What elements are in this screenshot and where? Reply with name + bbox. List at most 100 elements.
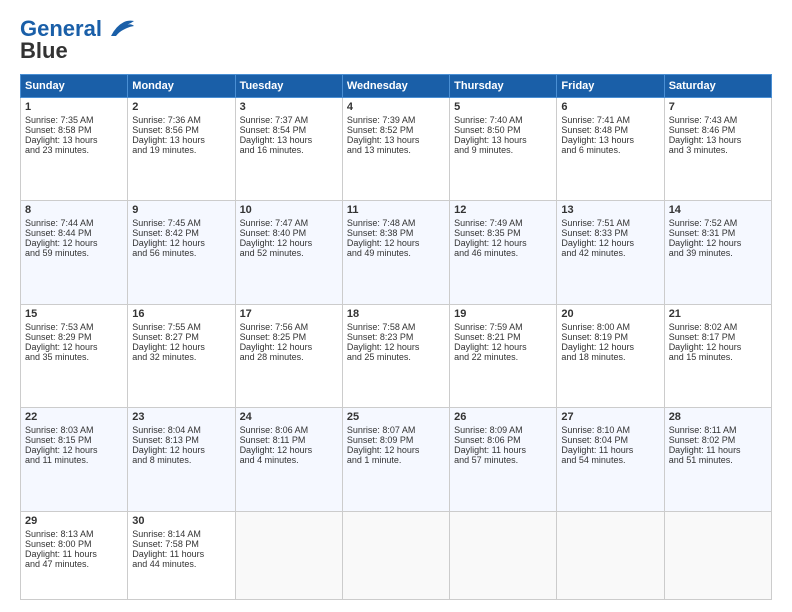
calendar-cell: 9Sunrise: 7:45 AMSunset: 8:42 PMDaylight… bbox=[128, 201, 235, 304]
col-header-saturday: Saturday bbox=[664, 75, 771, 98]
day-info-line: Sunrise: 7:41 AM bbox=[561, 115, 659, 125]
day-info-line: Sunset: 8:40 PM bbox=[240, 228, 338, 238]
day-number: 15 bbox=[25, 308, 123, 320]
day-info-line: Sunrise: 7:35 AM bbox=[25, 115, 123, 125]
day-info-line: Daylight: 11 hours bbox=[669, 445, 767, 455]
calendar-cell: 21Sunrise: 8:02 AMSunset: 8:17 PMDayligh… bbox=[664, 304, 771, 407]
day-info-line: Sunset: 8:04 PM bbox=[561, 435, 659, 445]
day-info-line: and 23 minutes. bbox=[25, 145, 123, 155]
day-info-line: Sunset: 8:52 PM bbox=[347, 125, 445, 135]
day-info-line: and 25 minutes. bbox=[347, 352, 445, 362]
day-info-line: and 15 minutes. bbox=[669, 352, 767, 362]
day-info-line: Daylight: 12 hours bbox=[561, 342, 659, 352]
day-number: 5 bbox=[454, 101, 552, 113]
day-number: 2 bbox=[132, 101, 230, 113]
day-info-line: Sunset: 8:50 PM bbox=[454, 125, 552, 135]
day-info-line: and 39 minutes. bbox=[669, 248, 767, 258]
calendar-cell: 25Sunrise: 8:07 AMSunset: 8:09 PMDayligh… bbox=[342, 408, 449, 511]
calendar-row: 1Sunrise: 7:35 AMSunset: 8:58 PMDaylight… bbox=[21, 98, 772, 201]
day-info-line: Daylight: 12 hours bbox=[347, 342, 445, 352]
day-info-line: and 1 minute. bbox=[347, 455, 445, 465]
calendar-cell: 1Sunrise: 7:35 AMSunset: 8:58 PMDaylight… bbox=[21, 98, 128, 201]
day-info-line: Daylight: 13 hours bbox=[240, 135, 338, 145]
calendar-cell: 15Sunrise: 7:53 AMSunset: 8:29 PMDayligh… bbox=[21, 304, 128, 407]
day-info-line: Sunrise: 7:53 AM bbox=[25, 322, 123, 332]
day-info-line: Sunrise: 7:37 AM bbox=[240, 115, 338, 125]
day-info-line: Sunset: 8:11 PM bbox=[240, 435, 338, 445]
calendar-cell: 22Sunrise: 8:03 AMSunset: 8:15 PMDayligh… bbox=[21, 408, 128, 511]
day-info-line: Daylight: 12 hours bbox=[240, 445, 338, 455]
calendar-row: 15Sunrise: 7:53 AMSunset: 8:29 PMDayligh… bbox=[21, 304, 772, 407]
day-info-line: Sunrise: 8:07 AM bbox=[347, 425, 445, 435]
day-number: 4 bbox=[347, 101, 445, 113]
calendar-cell: 3Sunrise: 7:37 AMSunset: 8:54 PMDaylight… bbox=[235, 98, 342, 201]
day-info-line: and 8 minutes. bbox=[132, 455, 230, 465]
col-header-wednesday: Wednesday bbox=[342, 75, 449, 98]
day-info-line: and 6 minutes. bbox=[561, 145, 659, 155]
calendar-cell: 6Sunrise: 7:41 AMSunset: 8:48 PMDaylight… bbox=[557, 98, 664, 201]
calendar-cell: 4Sunrise: 7:39 AMSunset: 8:52 PMDaylight… bbox=[342, 98, 449, 201]
day-info-line: Sunrise: 8:09 AM bbox=[454, 425, 552, 435]
day-info-line: Sunset: 8:46 PM bbox=[669, 125, 767, 135]
day-info-line: and 47 minutes. bbox=[25, 559, 123, 569]
day-info-line: Sunset: 8:06 PM bbox=[454, 435, 552, 445]
day-info-line: Daylight: 12 hours bbox=[25, 238, 123, 248]
day-info-line: Daylight: 11 hours bbox=[561, 445, 659, 455]
day-number: 20 bbox=[561, 308, 659, 320]
day-info-line: Sunrise: 8:02 AM bbox=[669, 322, 767, 332]
day-number: 24 bbox=[240, 411, 338, 423]
day-info-line: Sunset: 8:17 PM bbox=[669, 332, 767, 342]
col-header-thursday: Thursday bbox=[450, 75, 557, 98]
day-info-line: Sunrise: 7:39 AM bbox=[347, 115, 445, 125]
day-info-line: and 59 minutes. bbox=[25, 248, 123, 258]
day-info-line: and 13 minutes. bbox=[347, 145, 445, 155]
day-info-line: and 52 minutes. bbox=[240, 248, 338, 258]
day-number: 6 bbox=[561, 101, 659, 113]
day-info-line: and 46 minutes. bbox=[454, 248, 552, 258]
col-header-monday: Monday bbox=[128, 75, 235, 98]
day-info-line: Daylight: 12 hours bbox=[25, 445, 123, 455]
day-info-line: and 57 minutes. bbox=[454, 455, 552, 465]
calendar-cell: 7Sunrise: 7:43 AMSunset: 8:46 PMDaylight… bbox=[664, 98, 771, 201]
day-info-line: Sunrise: 7:55 AM bbox=[132, 322, 230, 332]
day-info-line: Daylight: 11 hours bbox=[132, 549, 230, 559]
day-info-line: Daylight: 13 hours bbox=[454, 135, 552, 145]
day-info-line: Daylight: 12 hours bbox=[25, 342, 123, 352]
day-info-line: Daylight: 12 hours bbox=[669, 238, 767, 248]
day-info-line: Sunset: 8:09 PM bbox=[347, 435, 445, 445]
day-info-line: and 9 minutes. bbox=[454, 145, 552, 155]
day-number: 1 bbox=[25, 101, 123, 113]
logo-bird-icon bbox=[106, 18, 136, 40]
calendar-cell bbox=[342, 511, 449, 599]
day-number: 10 bbox=[240, 204, 338, 216]
day-info-line: Daylight: 12 hours bbox=[240, 342, 338, 352]
col-header-sunday: Sunday bbox=[21, 75, 128, 98]
day-info-line: and 56 minutes. bbox=[132, 248, 230, 258]
day-info-line: Sunset: 8:15 PM bbox=[25, 435, 123, 445]
day-info-line: Sunrise: 7:43 AM bbox=[669, 115, 767, 125]
day-info-line: and 44 minutes. bbox=[132, 559, 230, 569]
day-info-line: Sunset: 8:38 PM bbox=[347, 228, 445, 238]
day-info-line: Sunrise: 7:45 AM bbox=[132, 218, 230, 228]
col-header-tuesday: Tuesday bbox=[235, 75, 342, 98]
calendar-row: 29Sunrise: 8:13 AMSunset: 8:00 PMDayligh… bbox=[21, 511, 772, 599]
day-info-line: Daylight: 13 hours bbox=[132, 135, 230, 145]
day-info-line: and 51 minutes. bbox=[669, 455, 767, 465]
calendar-cell: 16Sunrise: 7:55 AMSunset: 8:27 PMDayligh… bbox=[128, 304, 235, 407]
day-number: 27 bbox=[561, 411, 659, 423]
day-info-line: Daylight: 12 hours bbox=[132, 445, 230, 455]
day-info-line: Sunset: 8:00 PM bbox=[25, 539, 123, 549]
day-info-line: Sunset: 7:58 PM bbox=[132, 539, 230, 549]
calendar-cell: 28Sunrise: 8:11 AMSunset: 8:02 PMDayligh… bbox=[664, 408, 771, 511]
day-info-line: Daylight: 12 hours bbox=[132, 342, 230, 352]
calendar-body: 1Sunrise: 7:35 AMSunset: 8:58 PMDaylight… bbox=[21, 98, 772, 600]
calendar-cell: 13Sunrise: 7:51 AMSunset: 8:33 PMDayligh… bbox=[557, 201, 664, 304]
day-info-line: Sunrise: 7:52 AM bbox=[669, 218, 767, 228]
day-info-line: and 35 minutes. bbox=[25, 352, 123, 362]
day-info-line: Sunset: 8:54 PM bbox=[240, 125, 338, 135]
day-number: 8 bbox=[25, 204, 123, 216]
calendar-cell bbox=[450, 511, 557, 599]
day-info-line: Sunset: 8:23 PM bbox=[347, 332, 445, 342]
calendar-cell: 29Sunrise: 8:13 AMSunset: 8:00 PMDayligh… bbox=[21, 511, 128, 599]
day-info-line: Sunset: 8:27 PM bbox=[132, 332, 230, 342]
